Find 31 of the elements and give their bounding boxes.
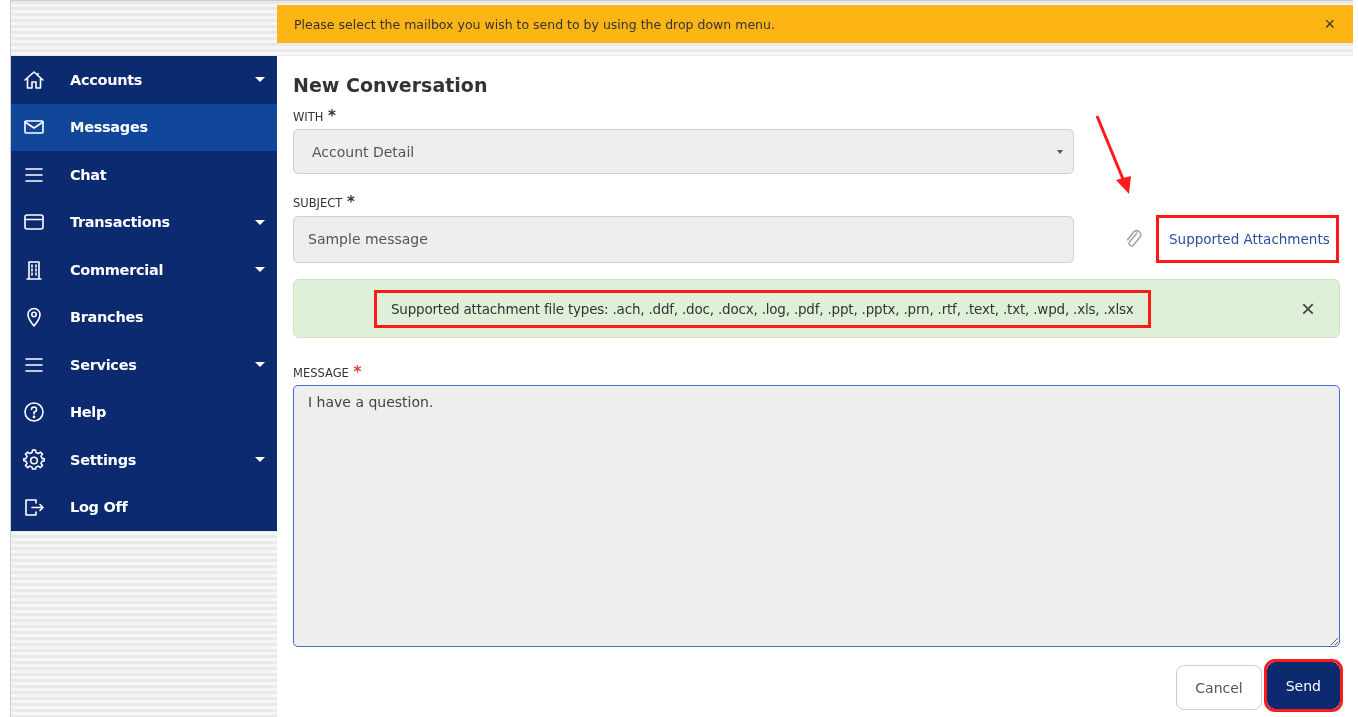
nav-item[interactable]: Log Off [11, 483, 277, 531]
close-button[interactable]: × [1324, 13, 1335, 35]
mailbox-dropdown[interactable]: Account Detail [293, 129, 1074, 174]
caret-icon [1057, 149, 1063, 154]
field-label: SUBJECT * [293, 196, 356, 210]
nav-item[interactable]: Settings [11, 436, 277, 484]
nav-item[interactable]: Branches [11, 293, 277, 341]
nav-item[interactable]: Services [11, 341, 277, 389]
alert-text: Supported attachment file types: .ach, .ddf, .doc, .docx, .log, .pdf, .ppt, .pptx, .prn, .rtf, .text, .txt, .wpd, .xls, .xlsx [374, 289, 1151, 328]
nav-item[interactable]: Commercial [11, 246, 277, 294]
logout-icon [23, 496, 45, 519]
field-label: MESSAGE * [293, 366, 363, 380]
send-button[interactable]: Send [1266, 662, 1340, 709]
building-icon [23, 258, 45, 281]
nav-item[interactable]: Accounts [11, 56, 277, 104]
page-title: New Conversation [293, 74, 489, 96]
paperclip-icon [1124, 228, 1144, 250]
supported-attachments-link[interactable]: Supported Attachments [1156, 215, 1339, 263]
help-icon [23, 401, 45, 424]
cancel-button[interactable]: Cancel [1176, 665, 1262, 710]
banner-text: Please select the mailbox you wish to send to by using the drop down menu. [294, 16, 775, 32]
nav-item[interactable]: Chat [11, 151, 277, 199]
house-icon [23, 68, 45, 91]
nav-item[interactable]: Transactions [11, 198, 277, 246]
close-button[interactable]: × [1301, 294, 1315, 323]
nav-item[interactable]: Help [11, 388, 277, 436]
subject-field[interactable]: Sample message [293, 215, 1074, 263]
nav-item[interactable]: Messages [11, 103, 277, 151]
message-field[interactable]: I have a question. [293, 385, 1340, 647]
field-label: WITH * [293, 110, 337, 124]
settings-icon [23, 448, 45, 471]
